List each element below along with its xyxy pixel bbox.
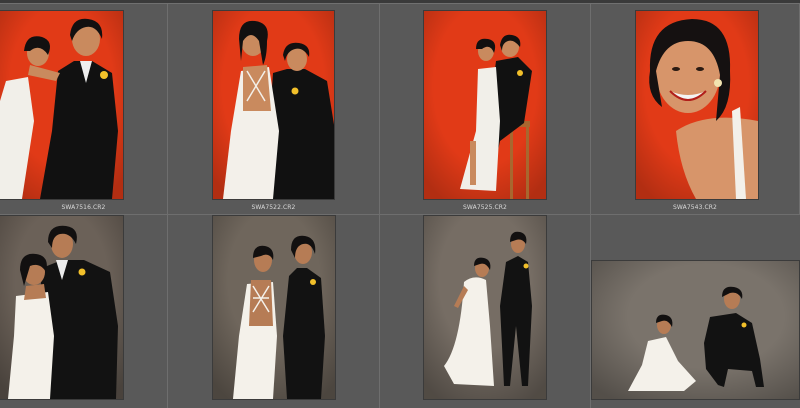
photo-image — [0, 11, 123, 199]
grid-cell[interactable] — [168, 215, 380, 408]
photo-thumbnail[interactable] — [213, 11, 334, 199]
grid-cell[interactable]: SWA7525.CR2 — [380, 4, 591, 215]
photo-filename: SWA7522.CR2 — [251, 204, 296, 211]
photo-filename: SWA7543.CR2 — [673, 204, 717, 211]
photo-image — [636, 11, 758, 199]
photo-image — [424, 216, 546, 399]
grid-cell[interactable] — [591, 215, 800, 408]
photo-thumbnail[interactable] — [424, 11, 546, 199]
photo-image — [213, 216, 335, 399]
grid-cell[interactable]: SWA7522.CR2 — [168, 4, 380, 215]
photo-image — [213, 11, 334, 199]
photo-thumbnail[interactable] — [0, 11, 123, 199]
grid-cell[interactable] — [0, 215, 168, 408]
photo-filename: SWA7516.CR2 — [61, 204, 106, 211]
photo-thumbnail[interactable] — [0, 216, 123, 399]
photo-thumbnail[interactable] — [213, 216, 335, 399]
photo-thumbnail[interactable] — [636, 11, 758, 199]
photo-thumbnail[interactable] — [592, 261, 799, 399]
photo-thumbnail[interactable] — [424, 216, 546, 399]
photo-image — [592, 261, 799, 399]
photo-filename: SWA7525.CR2 — [463, 204, 507, 211]
grid-cell[interactable]: SWA7516.CR2 — [0, 4, 168, 215]
photo-image — [424, 11, 546, 199]
photo-image — [0, 216, 123, 399]
grid-cell[interactable] — [380, 215, 591, 408]
grid-cell[interactable]: SWA7543.CR2 — [591, 4, 800, 215]
